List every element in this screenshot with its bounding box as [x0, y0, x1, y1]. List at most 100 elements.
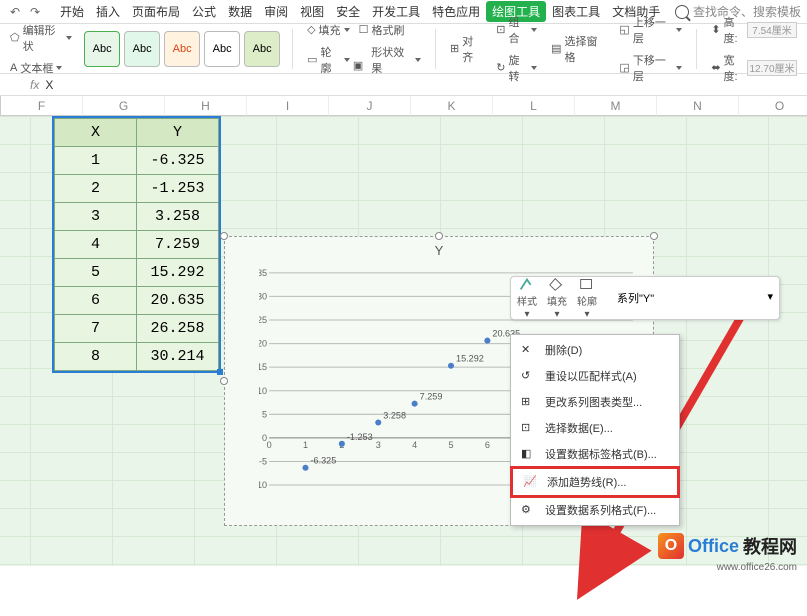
svg-text:35: 35 — [259, 268, 267, 278]
select-pane-button[interactable]: ▤选择窗格 — [547, 31, 609, 67]
context-menu-item-1[interactable]: ↺重设以匹配样式(A) — [511, 363, 679, 389]
svg-text:5: 5 — [262, 409, 267, 419]
table-row[interactable]: 726.258 — [55, 315, 219, 343]
text-box-button[interactable]: A 文本框 — [6, 58, 76, 78]
menu-item-2[interactable]: 页面布局 — [126, 1, 186, 22]
menu-icon: ↺ — [521, 369, 537, 383]
svg-text:-10: -10 — [259, 480, 267, 490]
watermark-url: www.office26.com — [717, 562, 797, 573]
svg-text:25: 25 — [259, 315, 267, 325]
svg-text:10: 10 — [259, 386, 267, 396]
outline-button[interactable]: ▭ 轮廓 ▣ 形状效果 — [303, 42, 425, 78]
table-row[interactable]: 47.259 — [55, 231, 219, 259]
align-button[interactable]: ⊞对齐 — [446, 31, 486, 67]
context-menu-item-0[interactable]: ✕删除(D) — [511, 337, 679, 363]
table-row[interactable]: 620.635 — [55, 287, 219, 315]
svg-text:30: 30 — [259, 291, 267, 301]
search-icon — [675, 5, 689, 19]
watermark: O Office教程网 — [658, 533, 797, 559]
redo-icon[interactable]: ↷ — [26, 3, 44, 21]
resize-handle[interactable] — [220, 377, 228, 385]
rotate-button[interactable]: ↻ 旋转 — [492, 50, 541, 86]
series-selector[interactable]: 系列"Y" ▾ — [607, 290, 773, 306]
shape-style-1[interactable]: Abc — [84, 31, 120, 67]
chart-title[interactable]: Y — [225, 237, 653, 264]
height-field: ⬍ 高度: — [707, 12, 801, 48]
menu-item-5[interactable]: 审阅 — [258, 1, 294, 22]
column-header[interactable]: G — [83, 96, 165, 116]
menu-item-3[interactable]: 公式 — [186, 1, 222, 22]
table-row[interactable]: 2-1.253 — [55, 175, 219, 203]
column-header[interactable]: L — [493, 96, 575, 116]
svg-text:0: 0 — [267, 440, 272, 450]
context-menu: ✕删除(D)↺重设以匹配样式(A)⊞更改系列图表类型...⊡选择数据(E)...… — [510, 334, 680, 526]
send-backward-button[interactable]: ◲ 下移一层 — [615, 50, 686, 86]
svg-text:6: 6 — [485, 440, 490, 450]
table-row[interactable]: 830.214 — [55, 343, 219, 371]
shape-style-2[interactable]: Abc — [124, 31, 160, 67]
edit-shape-button[interactable]: ⬠ 编辑形状 — [6, 20, 76, 56]
ribbon: ⬠ 编辑形状 A 文本框 Abc Abc Abc Abc Abc ◇ 填充 ☐ … — [0, 24, 807, 74]
table-header[interactable]: Y — [137, 119, 219, 147]
menu-item-9[interactable]: 特色应用 — [426, 1, 486, 22]
resize-handle[interactable] — [435, 232, 443, 240]
table-row[interactable]: 33.258 — [55, 203, 219, 231]
formula-value[interactable]: X — [45, 78, 53, 92]
shape-style-4[interactable]: Abc — [204, 31, 240, 67]
menu-icon: ✕ — [521, 343, 537, 357]
svg-text:4: 4 — [412, 440, 417, 450]
svg-text:-5: -5 — [259, 457, 267, 467]
menu-item-1[interactable]: 插入 — [90, 1, 126, 22]
table-row[interactable]: 1-6.325 — [55, 147, 219, 175]
mini-toolbar: 样式 ▾ 填充 ▾ 轮廓 ▾ 系列"Y" ▾ — [510, 276, 780, 320]
width-field: ⬌ 宽度: — [707, 50, 801, 86]
resize-handle[interactable] — [650, 232, 658, 240]
table-row[interactable]: 515.292 — [55, 259, 219, 287]
menu-icon: ⊡ — [521, 421, 537, 435]
combine-button[interactable]: ⊡ 组合 — [492, 12, 541, 48]
data-table[interactable]: XY1-6.3252-1.25333.25847.259515.292620.6… — [52, 116, 221, 373]
context-menu-item-5[interactable]: 📈添加趋势线(R)... — [510, 466, 680, 498]
selection-handle[interactable] — [217, 369, 223, 375]
context-menu-item-4[interactable]: ◧设置数据标签格式(B)... — [511, 441, 679, 467]
fill-button[interactable]: 填充 ▾ — [547, 276, 567, 320]
column-header[interactable]: N — [657, 96, 739, 116]
column-header[interactable]: H — [165, 96, 247, 116]
context-menu-item-6[interactable]: ⚙设置数据系列格式(F)... — [511, 497, 679, 523]
style-button[interactable]: 样式 ▾ — [517, 276, 537, 320]
menu-icon: ◧ — [521, 447, 537, 461]
column-header[interactable]: O — [739, 96, 807, 116]
context-menu-item-3[interactable]: ⊡选择数据(E)... — [511, 415, 679, 441]
resize-handle[interactable] — [220, 232, 228, 240]
column-header[interactable]: I — [247, 96, 329, 116]
column-header[interactable]: J — [329, 96, 411, 116]
outline-button[interactable]: 轮廓 ▾ — [577, 276, 597, 320]
table-header[interactable]: X — [55, 119, 137, 147]
shape-style-5[interactable]: Abc — [244, 31, 280, 67]
fill-button[interactable]: ◇ 填充 ☐ 格式刷 — [303, 20, 425, 40]
column-header[interactable]: M — [575, 96, 657, 116]
context-menu-item-2[interactable]: ⊞更改系列图表类型... — [511, 389, 679, 415]
shape-style-3[interactable]: Abc — [164, 31, 200, 67]
grid-body[interactable]: XY1-6.3252-1.25333.25847.259515.292620.6… — [0, 116, 807, 566]
undo-icon[interactable]: ↶ — [6, 3, 24, 21]
column-header[interactable]: F — [1, 96, 83, 116]
sheet-area: FGHIJKLMNO XY1-6.3252-1.25333.25847.2595… — [0, 96, 807, 566]
logo-icon: O — [658, 533, 684, 559]
column-header[interactable]: K — [411, 96, 493, 116]
menu-icon: 📈 — [523, 475, 539, 489]
bring-forward-button[interactable]: ◱ 上移一层 — [615, 12, 686, 48]
svg-text:20: 20 — [259, 339, 267, 349]
svg-text:3.258: 3.258 — [383, 410, 406, 420]
width-input[interactable] — [747, 60, 797, 76]
svg-text:7.259: 7.259 — [420, 392, 443, 402]
menu-icon: ⚙ — [521, 503, 537, 517]
svg-text:5: 5 — [448, 440, 453, 450]
fx-icon[interactable]: fx — [30, 78, 39, 92]
svg-text:1: 1 — [303, 440, 308, 450]
menu-item-11[interactable]: 图表工具 — [546, 1, 606, 22]
menu-icon: ⊞ — [521, 395, 537, 409]
shape-gallery[interactable]: Abc Abc Abc Abc Abc — [82, 29, 282, 69]
height-input[interactable] — [747, 22, 797, 38]
menu-item-4[interactable]: 数据 — [222, 1, 258, 22]
